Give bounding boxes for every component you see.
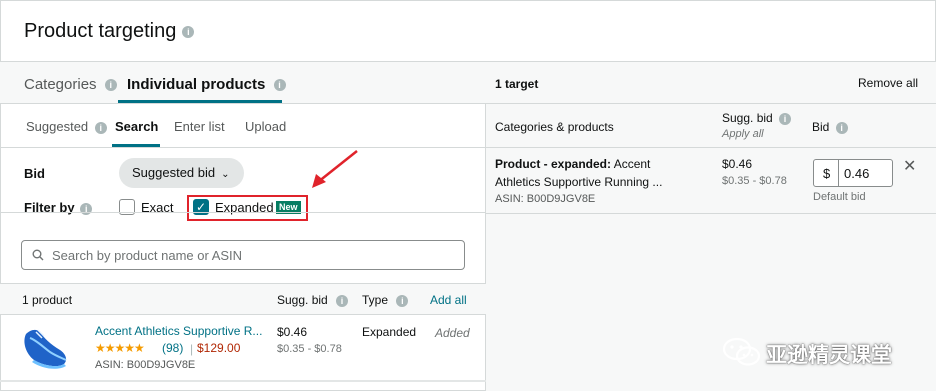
- wechat-icon: [722, 337, 761, 366]
- annotation-arrow: [312, 150, 358, 188]
- watermark-text: 亚逊精灵课堂: [766, 344, 892, 367]
- watermark: 亚逊精灵课堂: [722, 336, 892, 373]
